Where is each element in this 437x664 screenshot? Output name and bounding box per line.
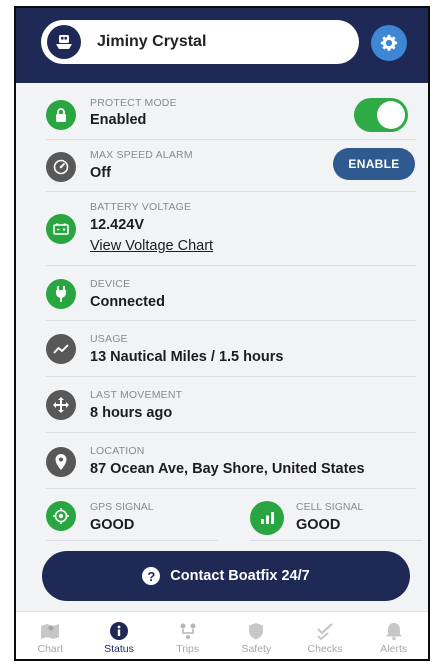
boat-name: Jiminy Crystal — [97, 33, 207, 50]
tab-label: Chart — [37, 642, 64, 655]
max-speed-alarm-value: Off — [90, 165, 111, 181]
tab-label: Alerts — [380, 642, 408, 655]
contact-boatfix-button[interactable]: ? Contact Boatfix 24/7 — [42, 551, 410, 601]
bottom-tab-bar: Chart Status Trips Safety Checks Alerts — [16, 611, 428, 659]
enable-alarm-button[interactable]: ENABLE — [333, 148, 415, 180]
usage-row: USAGE 13 Nautical Miles / 1.5 hours — [46, 321, 416, 377]
last-movement-label: LAST MOVEMENT — [90, 389, 183, 401]
gps-signal-cell: GPS SIGNAL GOOD — [46, 489, 218, 541]
gps-signal-value: GOOD — [90, 517, 135, 533]
speedometer-icon — [46, 152, 76, 182]
tab-alerts[interactable]: Alerts — [359, 612, 428, 659]
location-row: LOCATION 87 Ocean Ave, Bay Shore, United… — [46, 433, 416, 489]
protect-mode-toggle[interactable] — [354, 98, 408, 132]
protect-mode-row: PROTECT MODE Enabled — [46, 90, 416, 140]
tab-label: Safety — [241, 642, 272, 655]
signal-bars-icon — [250, 501, 284, 535]
battery-voltage-value: 12.424V — [90, 217, 145, 233]
cell-signal-value: GOOD — [296, 517, 341, 533]
max-speed-alarm-label: MAX SPEED ALARM — [90, 149, 193, 161]
map-icon — [41, 623, 60, 639]
settings-button[interactable] — [371, 25, 407, 61]
view-voltage-chart-link[interactable]: View Voltage Chart — [90, 238, 213, 254]
last-movement-row: LAST MOVEMENT 8 hours ago — [46, 377, 416, 433]
route-icon — [180, 623, 196, 639]
boat-icon — [47, 25, 81, 59]
gps-target-icon — [46, 501, 76, 531]
tab-label: Trips — [176, 642, 200, 655]
last-movement-value: 8 hours ago — [90, 405, 173, 421]
tab-checks[interactable]: Checks — [291, 612, 360, 659]
gps-signal-label: GPS SIGNAL — [90, 501, 154, 513]
device-value: Connected — [90, 294, 165, 310]
battery-voltage-row: BATTERY VOLTAGE 12.424V View Voltage Cha… — [46, 192, 416, 266]
tab-status[interactable]: Status — [85, 612, 154, 659]
tab-chart[interactable]: Chart — [16, 612, 85, 659]
boat-selector[interactable]: Jiminy Crystal — [41, 20, 359, 64]
location-pin-icon — [46, 447, 76, 477]
protect-mode-value: Enabled — [90, 112, 147, 128]
tab-label: Checks — [307, 642, 343, 655]
tab-safety[interactable]: Safety — [222, 612, 291, 659]
device-label: DEVICE — [90, 278, 131, 290]
shield-icon — [249, 622, 264, 639]
location-value: 87 Ocean Ave, Bay Shore, United States — [90, 461, 365, 477]
top-bar: Jiminy Crystal — [16, 8, 428, 83]
max-speed-alarm-row: MAX SPEED ALARM Off ENABLE — [46, 140, 416, 192]
tab-label: Status — [104, 642, 134, 655]
cell-signal-label: CELL SIGNAL — [296, 501, 364, 513]
plug-icon — [46, 279, 76, 309]
protect-mode-label: PROTECT MODE — [90, 97, 177, 109]
bell-icon — [385, 622, 402, 640]
tab-trips[interactable]: Trips — [153, 612, 222, 659]
battery-icon — [46, 214, 76, 244]
location-label: LOCATION — [90, 445, 145, 457]
device-row: DEVICE Connected — [46, 266, 416, 321]
contact-label: Contact Boatfix 24/7 — [170, 568, 310, 584]
battery-voltage-label: BATTERY VOLTAGE — [90, 201, 192, 213]
checklist-icon — [317, 622, 333, 640]
toggle-knob — [377, 101, 405, 129]
usage-value: 13 Nautical Miles / 1.5 hours — [90, 349, 284, 365]
question-icon: ? — [142, 567, 161, 585]
app-frame: Jiminy Crystal PROTECT MODE Enabled MAX … — [14, 6, 430, 661]
usage-label: USAGE — [90, 333, 128, 345]
info-icon — [110, 621, 128, 640]
lock-icon — [46, 100, 76, 130]
move-arrows-icon — [46, 390, 76, 420]
gear-icon — [380, 34, 398, 51]
cell-signal-cell: CELL SIGNAL GOOD — [250, 489, 422, 541]
trend-line-icon — [46, 334, 76, 364]
